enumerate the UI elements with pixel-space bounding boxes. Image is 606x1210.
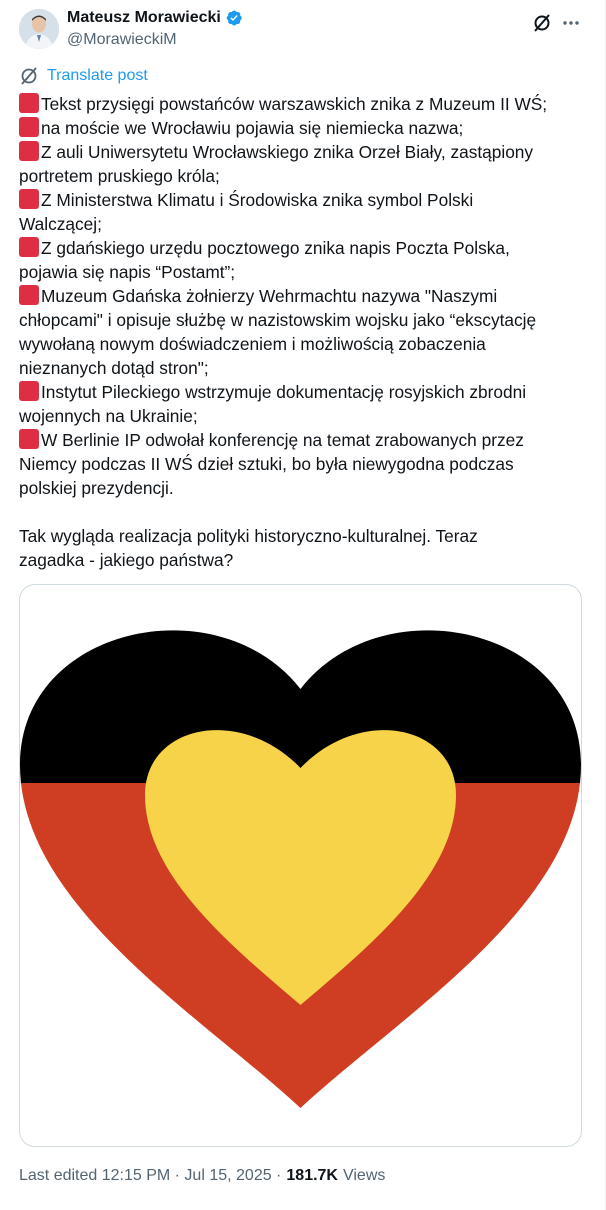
post-line-text: pojawia się napis “Postamt”;	[19, 262, 236, 282]
author-name[interactable]: Mateusz Morawiecki	[67, 9, 221, 27]
translate-icon	[21, 67, 37, 85]
red-square-emoji-icon	[19, 285, 39, 305]
author-handle[interactable]: @MorawieckiM	[67, 31, 177, 49]
post-line: Niemcy podczas II WŚ dzieł sztuki, bo by…	[19, 452, 587, 476]
post-line: na moście we Wrocławiu pojawia się niemi…	[19, 116, 587, 140]
post-line-text: Z Ministerstwa Klimatu i Środowiska znik…	[41, 190, 474, 210]
post-line-text: zagadka - jakiego państwa?	[19, 550, 234, 570]
red-square-emoji-icon	[19, 141, 39, 161]
edited-timestamp[interactable]: Last edited 12:15 PM · Jul 15, 2025 ·	[19, 1167, 281, 1185]
post-line-text: Muzeum Gdańska żołnierzy Wehrmachtu nazy…	[41, 286, 498, 306]
post-line-text: nieznanych dotąd stron";	[19, 358, 209, 378]
post-line-text: wywołaną nowym doświadczeniem i możliwoś…	[19, 334, 486, 354]
post-line: pojawia się napis “Postamt”;	[19, 260, 587, 284]
post-line-text: portretem pruskiego króla;	[19, 166, 220, 186]
post-line: Z Ministerstwa Klimatu i Środowiska znik…	[19, 188, 587, 212]
post-line-text: Walczącej;	[19, 214, 102, 234]
red-square-emoji-icon	[19, 237, 39, 257]
post-line-text: Tak wygląda realizacja polityki historyc…	[19, 526, 478, 546]
post-line-text: wojennych na Ukrainie;	[19, 406, 198, 426]
red-square-emoji-icon	[19, 117, 39, 137]
post-line: W Berlinie IP odwołał konferencję na tem…	[19, 428, 587, 452]
post-line: wywołaną nowym doświadczeniem i możliwoś…	[19, 332, 587, 356]
post-line: Instytut Pileckiego wstrzymuje dokumenta…	[19, 380, 587, 404]
german-flag-heart-image	[20, 630, 581, 1109]
red-square-emoji-icon	[19, 429, 39, 449]
post-line: portretem pruskiego króla;	[19, 164, 587, 188]
post-line: Walczącej;	[19, 212, 587, 236]
red-square-emoji-icon	[19, 189, 39, 209]
red-square-emoji-icon	[19, 381, 39, 401]
verified-badge-icon	[226, 10, 242, 26]
post-line-text: W Berlinie IP odwołał konferencję na tem…	[41, 430, 524, 450]
post-text: Tekst przysięgi powstańców warszawskich …	[19, 92, 587, 572]
post-line: wojennych na Ukrainie;	[19, 404, 587, 428]
post-line-text: chłopcami" i opisuje służbę w nazistowsk…	[19, 310, 537, 330]
avatar[interactable]	[19, 9, 59, 49]
post-line-text: Tekst przysięgi powstańców warszawskich …	[41, 94, 548, 114]
post-line: Muzeum Gdańska żołnierzy Wehrmachtu nazy…	[19, 284, 587, 308]
avatar-image	[19, 9, 59, 49]
post-line-text: Z gdańskiego urzędu pocztowego znika nap…	[41, 238, 510, 258]
post-line: chłopcami" i opisuje służbę w nazistowsk…	[19, 308, 587, 332]
heart-black-band	[20, 630, 581, 783]
post-meta: Last edited 12:15 PM · Jul 15, 2025 · 18…	[19, 1167, 385, 1185]
post-line-text: na moście we Wrocławiu pojawia się niemi…	[41, 118, 464, 138]
post-line: Tekst przysięgi powstańców warszawskich …	[19, 92, 587, 116]
tweet: Mateusz Morawiecki @MorawieckiM Translat…	[0, 0, 606, 1210]
translate-label[interactable]: Translate post	[47, 67, 148, 85]
post-line: nieznanych dotąd stron";	[19, 356, 587, 380]
post-line: Z auli Uniwersytetu Wrocławskiego znika …	[19, 140, 587, 164]
post-line: polskiej prezydencji.	[19, 476, 587, 500]
translate-post-link[interactable]: Translate post	[19, 66, 148, 86]
post-line-text: Niemcy podczas II WŚ dzieł sztuki, bo by…	[19, 454, 514, 474]
post-line-text: polskiej prezydencji.	[19, 478, 174, 498]
grok-icon[interactable]	[531, 12, 553, 34]
author-name-row[interactable]: Mateusz Morawiecki	[67, 9, 243, 27]
post-line-text: Instytut Pileckiego wstrzymuje dokumenta…	[41, 382, 527, 402]
post-media-image[interactable]	[19, 584, 582, 1147]
red-square-emoji-icon	[19, 93, 39, 113]
post-line: Z gdańskiego urzędu pocztowego znika nap…	[19, 236, 587, 260]
views-count: 181.7K	[286, 1167, 338, 1184]
paragraph-break	[19, 500, 587, 524]
views-label: Views	[342, 1167, 386, 1184]
post-line: Tak wygląda realizacja polityki historyc…	[19, 524, 587, 548]
post-line: zagadka - jakiego państwa?	[19, 548, 587, 572]
post-line-text: Z auli Uniwersytetu Wrocławskiego znika …	[41, 142, 534, 162]
more-options-icon[interactable]	[560, 12, 582, 34]
